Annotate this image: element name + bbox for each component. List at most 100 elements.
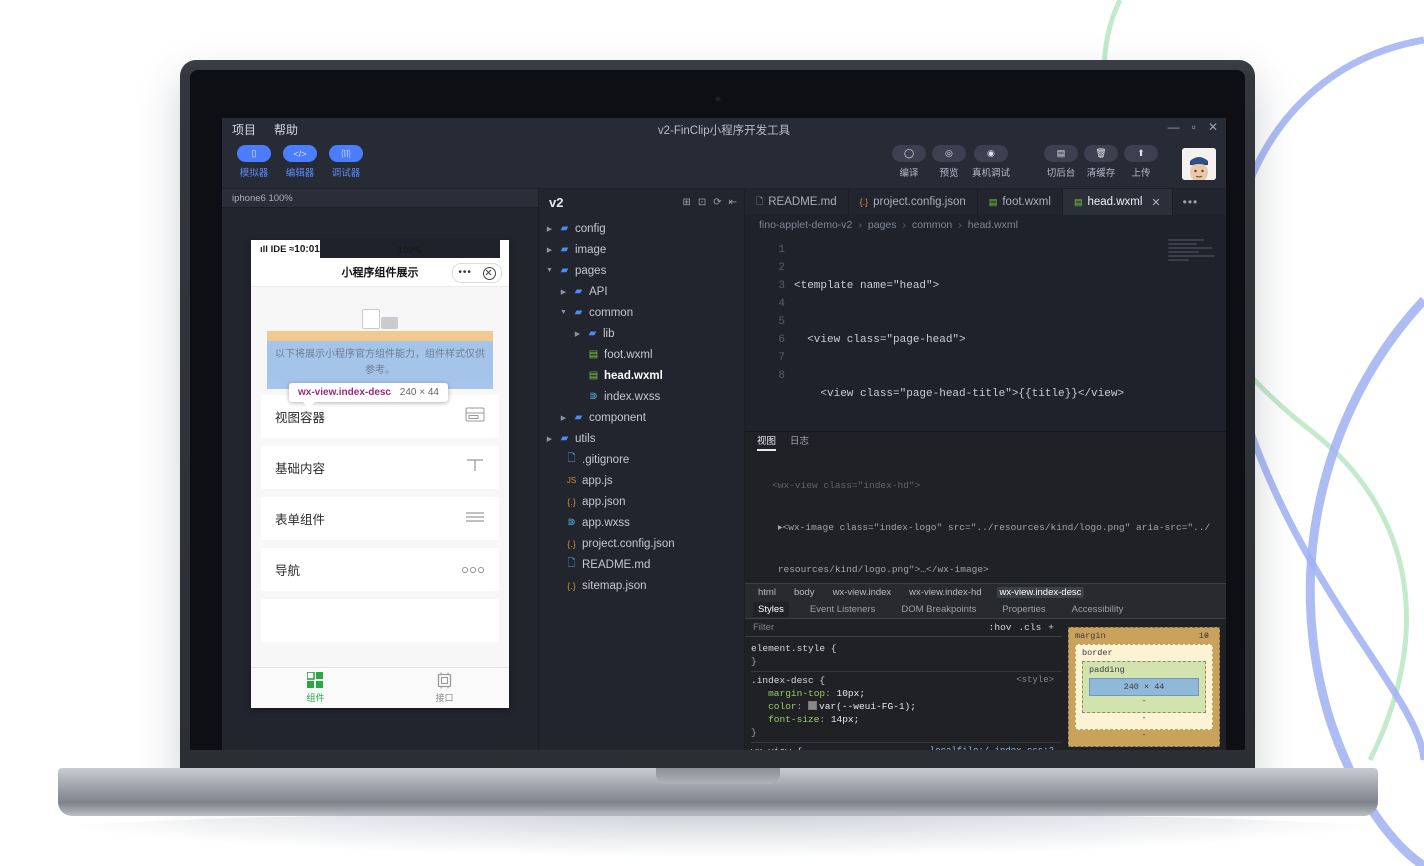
chevron-down-icon[interactable]: ▼	[545, 267, 554, 274]
list-item-partial[interactable]	[261, 599, 499, 642]
tab-styles[interactable]: Styles	[753, 602, 789, 617]
chevron-right-icon[interactable]: ▶	[545, 435, 554, 443]
new-folder-icon[interactable]: ⊡	[698, 197, 706, 208]
css-declaration[interactable]: font-size: 14px;	[751, 713, 1062, 726]
capsule-button[interactable]: •••	[452, 263, 502, 283]
tree-node[interactable]: ▶ ▰ config	[539, 218, 744, 239]
toolbar-editor-button[interactable]: </> 编辑器	[282, 145, 318, 179]
padding-value[interactable]: -	[1204, 631, 1209, 641]
tree-node[interactable]: 🗋 README.md	[539, 554, 744, 575]
more-dots-icon[interactable]: •••	[458, 269, 472, 277]
tree-node[interactable]: ▶ ▰ utils	[539, 428, 744, 449]
close-tab-icon[interactable]: ✕	[1151, 196, 1160, 209]
styles-filter-input[interactable]: Filter	[745, 622, 989, 633]
tree-node[interactable]: ▶ ▰ lib	[539, 323, 744, 344]
list-item[interactable]: 基础内容	[261, 446, 499, 489]
tree-node[interactable]: {.} project.config.json	[539, 533, 744, 554]
dom-crumb-index-hd[interactable]: wx-view.index-hd	[906, 587, 984, 598]
tree-node[interactable]: ▼ ▰ common	[539, 302, 744, 323]
box-model-diagram[interactable]: margin 10 border - padding -	[1062, 619, 1226, 750]
tree-node[interactable]: ▼ ▰ pages	[539, 260, 744, 281]
breadcrumb-item[interactable]: common	[912, 219, 952, 231]
new-file-icon[interactable]: ⊞	[682, 197, 690, 208]
toolbar-background-button[interactable]: ▤ 切后台	[1044, 145, 1078, 179]
tree-node[interactable]: {.} app.json	[539, 491, 744, 512]
chevron-down-icon[interactable]: ▼	[559, 309, 568, 316]
tree-node[interactable]: ▶ ▰ API	[539, 281, 744, 302]
tab-event-listeners[interactable]: Event Listeners	[805, 602, 880, 617]
breadcrumb-item[interactable]: fino-applet-demo-v2	[759, 219, 852, 231]
css-declaration[interactable]: color: var(--weui-FG-1);	[751, 700, 1062, 713]
tree-node[interactable]: ⋑ index.wxss	[539, 386, 744, 407]
tree-node[interactable]: ▤ foot.wxml	[539, 344, 744, 365]
dom-crumb-body[interactable]: body	[791, 587, 818, 598]
tree-node-selected[interactable]: ▤ head.wxml	[539, 365, 744, 386]
tree-node[interactable]: {.} sitemap.json	[539, 575, 744, 596]
css-declaration[interactable]: margin-top: 10px;	[751, 687, 1062, 700]
code-minimap[interactable]	[1168, 239, 1220, 269]
user-avatar[interactable]	[1182, 148, 1216, 180]
tree-node[interactable]: 🗋 .gitignore	[539, 449, 744, 470]
breadcrumb-item[interactable]: pages	[868, 219, 897, 231]
toolbar-clear-cache-button[interactable]: 🗑 清缓存	[1084, 145, 1118, 179]
devtools-tab-view[interactable]: 视图	[757, 433, 776, 449]
maximize-icon[interactable]: ▫	[1192, 121, 1196, 133]
minimize-icon[interactable]: —	[1168, 121, 1180, 133]
refresh-icon[interactable]: ⟳	[713, 197, 721, 208]
css-rule[interactable]: element.style { }	[751, 640, 1062, 672]
box-model-margin[interactable]: margin 10 border - padding -	[1068, 627, 1220, 747]
chevron-right-icon[interactable]: ▶	[573, 330, 582, 338]
chevron-right-icon[interactable]: ▶	[559, 288, 568, 296]
color-swatch[interactable]	[808, 701, 817, 710]
dom-crumb-html[interactable]: html	[755, 587, 779, 598]
css-rule-source-link[interactable]: localfile:/…index.css:2	[930, 745, 1054, 750]
devtools-tab-log[interactable]: 日志	[790, 433, 809, 449]
collapse-all-icon[interactable]: ⇤	[729, 197, 737, 208]
border-bottom-value[interactable]: -	[1082, 713, 1206, 723]
close-circle-icon[interactable]	[483, 267, 496, 280]
tree-node[interactable]: ⋑ app.wxss	[539, 512, 744, 533]
toolbar-simulator-button[interactable]: ▯ 模拟器	[236, 145, 272, 179]
toolbar-preview-button[interactable]: ◎ 预览	[932, 145, 966, 179]
toolbar-device-debug-button[interactable]: ◉ 真机调试	[972, 145, 1010, 179]
list-item[interactable]: 导航	[261, 548, 499, 591]
tree-node[interactable]: ▶ ▰ component	[539, 407, 744, 428]
margin-bottom-value[interactable]: -	[1075, 730, 1213, 740]
dom-crumb-index[interactable]: wx-view.index	[830, 587, 895, 598]
highlighted-desc-element[interactable]: 以下将展示小程序官方组件能力，组件样式仅供参考。	[267, 341, 493, 389]
cls-toggle[interactable]: .cls	[1018, 622, 1041, 633]
tree-node[interactable]: JS app.js	[539, 470, 744, 491]
chevron-right-icon[interactable]: ▶	[559, 414, 568, 422]
css-rule[interactable]: localfile:/…index.css:2 wx-view { displa…	[751, 743, 1062, 750]
code-editor[interactable]: 1 2 3 4 5 6 7 8 <templ	[745, 235, 1226, 431]
chevron-right-icon[interactable]: ▶	[545, 246, 554, 254]
tab-components[interactable]: 组件	[251, 668, 380, 708]
chevron-right-icon[interactable]: ▶	[545, 225, 554, 233]
css-rule[interactable]: <style> .index-desc { margin-top: 10px; …	[751, 672, 1062, 743]
simulator-device-bar[interactable]: iphone6 100%	[222, 189, 538, 208]
box-model-padding[interactable]: padding - 240 × 44 -	[1082, 661, 1206, 713]
tab-dom-breakpoints[interactable]: DOM Breakpoints	[896, 602, 981, 617]
add-rule-icon[interactable]: +	[1048, 622, 1054, 633]
tab-properties[interactable]: Properties	[997, 602, 1050, 617]
tab-foot-wxml[interactable]: ▤ foot.wxml	[978, 189, 1063, 215]
tab-accessibility[interactable]: Accessibility	[1067, 602, 1129, 617]
toolbar-compile-button[interactable]: ◯ 编译	[892, 145, 926, 179]
list-item[interactable]: 表单组件	[261, 497, 499, 540]
box-model-content[interactable]: 240 × 44	[1089, 678, 1199, 696]
breadcrumb-item[interactable]: head.wxml	[968, 219, 1018, 231]
padding-bottom-value[interactable]: -	[1089, 696, 1199, 706]
close-icon[interactable]: ✕	[1208, 121, 1218, 133]
code-text[interactable]: <template name="head"> <view class="page…	[794, 235, 1226, 431]
toolbar-debugger-button[interactable]: ⑾ 调试器	[328, 145, 364, 179]
toolbar-upload-button[interactable]: ⬆ 上传	[1124, 145, 1158, 179]
box-model-border[interactable]: border - padding - 240 × 44 -	[1075, 644, 1213, 730]
css-rules-list[interactable]: element.style { } <style> .index-desc { …	[745, 637, 1062, 750]
dom-tree[interactable]: <wx-view class="index-hd"> ▸<wx-image cl…	[745, 449, 1226, 583]
tab-project-config-json[interactable]: {.} project.config.json	[849, 189, 978, 215]
dom-crumb-index-desc[interactable]: wx-view.index-desc	[997, 587, 1085, 598]
tab-readme-md[interactable]: 🗋 README.md	[745, 189, 849, 215]
tab-api[interactable]: 接口	[380, 668, 509, 708]
tree-node[interactable]: ▶ ▰ image	[539, 239, 744, 260]
tab-head-wxml[interactable]: ▤ head.wxml ✕	[1063, 189, 1173, 215]
